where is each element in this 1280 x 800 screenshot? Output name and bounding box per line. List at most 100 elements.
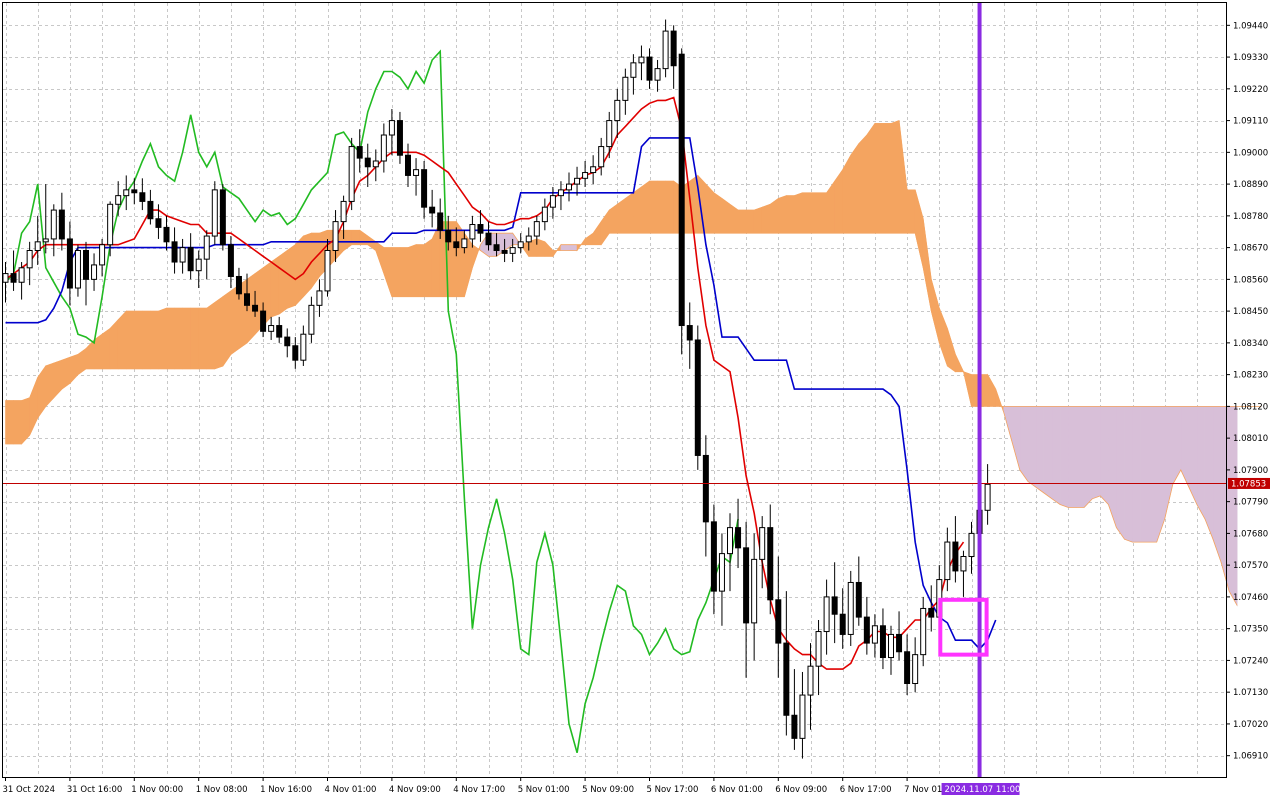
kumo-bull-segment bbox=[182, 307, 191, 370]
y-tick-label: 1.07680 bbox=[1233, 529, 1268, 539]
kumo-bull-segment bbox=[125, 310, 135, 370]
bear-candle bbox=[904, 651, 911, 685]
kumo-bull-segment bbox=[278, 249, 288, 315]
bull-candle bbox=[549, 195, 556, 208]
y-tick-label: 1.09330 bbox=[1233, 53, 1268, 63]
kumo-bear-segment bbox=[1140, 406, 1149, 543]
bear-candle bbox=[839, 613, 846, 635]
kumo-bull-segment bbox=[777, 195, 787, 234]
bull-candle bbox=[622, 76, 629, 101]
bull-candle bbox=[590, 166, 597, 174]
bull-candle bbox=[557, 189, 564, 197]
bull-candle bbox=[541, 206, 548, 223]
x-tick-label: 5 Nov 09:00 bbox=[582, 785, 634, 795]
kumo-bear-segment bbox=[1051, 406, 1061, 506]
kumo-bull-segment bbox=[625, 192, 634, 234]
kumo-bull-segment bbox=[633, 186, 642, 234]
bull-candle bbox=[920, 607, 927, 656]
kumo-bull-segment bbox=[890, 120, 900, 234]
kumo-bear-segment bbox=[1043, 406, 1053, 500]
kumo-bear-segment bbox=[1204, 406, 1214, 540]
bull-candle bbox=[203, 235, 210, 260]
bull-candle bbox=[533, 221, 540, 237]
kumo-bear-segment bbox=[1027, 406, 1037, 488]
y-tick-label: 1.07900 bbox=[1233, 466, 1268, 476]
bear-candle bbox=[694, 339, 701, 456]
bull-candle bbox=[316, 290, 323, 306]
bull-candle bbox=[34, 241, 41, 251]
bull-candle bbox=[944, 541, 951, 581]
y-tick-label: 1.07020 bbox=[1233, 720, 1268, 730]
bull-candle bbox=[372, 160, 379, 168]
kumo-bull-segment bbox=[745, 209, 755, 234]
y-tick-label: 1.09440 bbox=[1233, 21, 1268, 31]
y-tick-label: 1.08340 bbox=[1233, 339, 1268, 349]
bull-candle bbox=[582, 172, 589, 179]
bull-candle bbox=[388, 120, 395, 136]
x-tick-label: 6 Nov 01:00 bbox=[711, 785, 763, 795]
x-tick-label: 6 Nov 09:00 bbox=[775, 785, 827, 795]
kumo-bear-segment bbox=[1067, 406, 1077, 508]
y-tick-label: 1.08670 bbox=[1233, 244, 1268, 254]
kumo-bull-segment bbox=[882, 123, 892, 234]
bull-candle bbox=[517, 241, 524, 249]
x-tick-label: 5 Nov 17:00 bbox=[647, 785, 699, 795]
bull-candle bbox=[2, 273, 9, 283]
bear-candle bbox=[58, 209, 65, 240]
kumo-bear-segment bbox=[1124, 406, 1133, 543]
bull-candle bbox=[751, 558, 758, 624]
bear-candle bbox=[187, 247, 194, 272]
y-tick-label: 1.08010 bbox=[1233, 434, 1268, 444]
bear-candle bbox=[163, 226, 170, 243]
bear-candle bbox=[405, 154, 411, 176]
bull-candle bbox=[847, 581, 854, 635]
kumo-bull-segment bbox=[222, 290, 232, 367]
current-price-tag: 1.07853 bbox=[1231, 479, 1266, 489]
bull-candle bbox=[815, 631, 822, 667]
bull-candle bbox=[123, 189, 130, 197]
bull-candle bbox=[662, 30, 669, 70]
kumo-bull-segment bbox=[158, 307, 167, 370]
kumo-bull-segment bbox=[407, 244, 417, 297]
bear-candle bbox=[928, 607, 935, 618]
kumo-bear-segment bbox=[1116, 406, 1125, 541]
kumo-bull-segment bbox=[906, 189, 916, 234]
y-tick-label: 1.09220 bbox=[1233, 85, 1268, 95]
kumo-bull-segment bbox=[657, 180, 666, 234]
kumo-bull-segment bbox=[761, 203, 771, 234]
x-tick-label: 31 Oct 2024 bbox=[3, 785, 56, 795]
bear-candle bbox=[260, 310, 267, 332]
bear-candle bbox=[244, 293, 250, 306]
bull-candle bbox=[638, 56, 645, 64]
bull-candle bbox=[308, 304, 315, 335]
y-tick-label: 1.07460 bbox=[1233, 593, 1268, 603]
bear-candle bbox=[735, 527, 742, 549]
bear-candle bbox=[646, 56, 653, 81]
kumo-bull-segment bbox=[455, 220, 465, 297]
kumo-bear-segment bbox=[1196, 406, 1206, 521]
bear-candle bbox=[743, 547, 750, 624]
x-tick-label: 1 Nov 00:00 bbox=[131, 785, 183, 795]
bull-candle bbox=[718, 553, 725, 592]
bear-candle bbox=[227, 244, 234, 277]
bull-candle bbox=[26, 249, 33, 269]
kumo-bull-segment bbox=[737, 209, 747, 234]
kumo-bull-segment bbox=[874, 123, 884, 234]
bull-candle bbox=[380, 134, 387, 162]
kumo-bull-segment bbox=[117, 310, 127, 370]
bull-candle bbox=[799, 694, 806, 739]
y-tick-label: 1.08120 bbox=[1233, 402, 1268, 412]
y-tick-label: 1.07570 bbox=[1233, 561, 1268, 571]
bear-candle bbox=[139, 192, 146, 202]
bull-candle bbox=[300, 333, 307, 361]
kumo-bear-segment bbox=[1059, 406, 1069, 508]
bear-candle bbox=[131, 189, 138, 194]
kumo-bull-segment bbox=[423, 238, 433, 297]
x-tick-label: 4 Nov 01:00 bbox=[325, 785, 377, 795]
kumo-bear-segment bbox=[1091, 406, 1101, 500]
kumo-bull-segment bbox=[206, 301, 216, 370]
bear-candle bbox=[252, 304, 259, 312]
ichimoku-chart: 1.09440 1.09330 1.09220 1.09110 1.09000 1.088… bbox=[0, 0, 1280, 800]
bull-candle bbox=[324, 249, 331, 292]
kumo-bull-segment bbox=[802, 192, 811, 234]
